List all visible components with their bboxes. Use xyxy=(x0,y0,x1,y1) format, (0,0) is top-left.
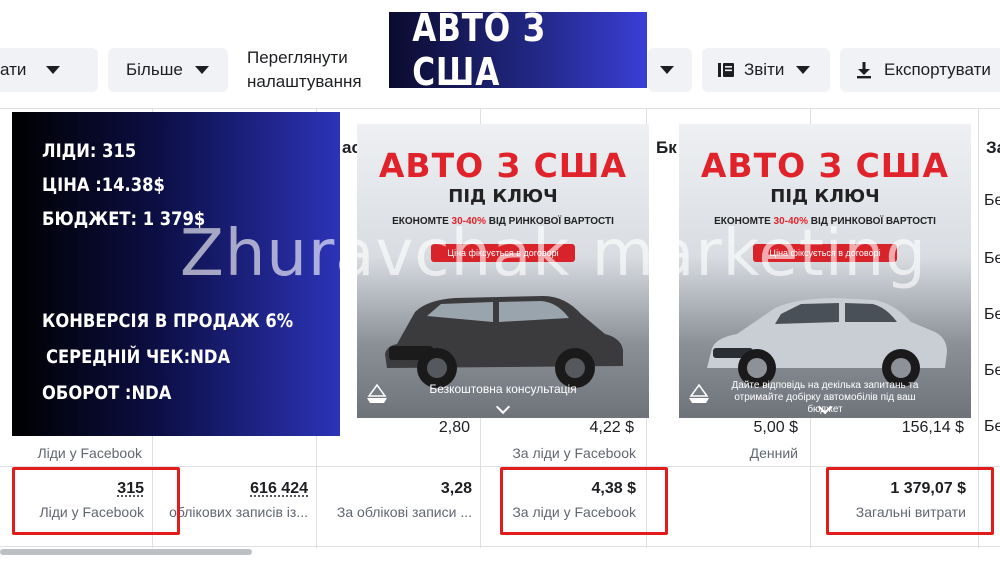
highlight-box-spent xyxy=(826,467,994,535)
row-divider xyxy=(0,108,1000,109)
row-leads-label: Ліди у Facebook xyxy=(37,445,142,461)
edit-button[interactable]: ати xyxy=(0,48,98,92)
reports-icon xyxy=(718,63,734,77)
cell-truncated: Бе xyxy=(984,418,1000,435)
suv-car-image xyxy=(385,296,623,388)
stat-turnover: ОБОРОТ :NDA xyxy=(42,382,172,404)
row-cost-per-lead-label: За ліди у Facebook xyxy=(512,445,636,461)
stat-price: ЦІНА :14.38$ xyxy=(42,174,165,196)
ad-title: АВТО З США xyxy=(700,146,950,185)
chevron-down-icon xyxy=(194,66,209,74)
view-settings-link[interactable]: Переглянути налаштування xyxy=(247,46,377,94)
title-banner: АВТО З США xyxy=(389,6,647,94)
ship-logo-icon xyxy=(367,383,387,403)
column-header-spent[interactable]: За xyxy=(986,138,1000,158)
chevron-down-icon xyxy=(660,66,674,74)
chevron-down-icon xyxy=(495,399,511,415)
row-cost-per-lead: 4,22 $ xyxy=(589,419,634,436)
total-cost-per-account: 3,28 xyxy=(440,480,472,497)
row-budget-label: Денний xyxy=(749,445,798,461)
column-header-budget[interactable]: Бк xyxy=(656,138,677,158)
sedan-car-image xyxy=(707,298,947,387)
cell-truncated: Бе xyxy=(984,192,1000,209)
total-cost-per-account-label: За облікові записи ... xyxy=(336,504,472,520)
cell-truncated: Бе xyxy=(984,362,1000,379)
stat-avg-check: СЕРЕДНІЙ ЧЕК:NDA xyxy=(46,346,231,368)
horizontal-scrollbar[interactable] xyxy=(0,549,252,555)
reports-button-label: Звіти xyxy=(744,60,785,79)
ad-caption: Безкоштовна консультація xyxy=(429,382,577,396)
row-divider xyxy=(0,546,1000,547)
dropdown-button[interactable] xyxy=(648,48,692,92)
total-accounts[interactable]: 616 424 xyxy=(160,480,308,498)
ad-title: АВТО З США xyxy=(378,146,628,185)
total-accounts-label: облікових записів із... xyxy=(169,504,308,520)
ad-subtitle: ПІД КЛЮЧ xyxy=(770,186,880,207)
row-frequency: 2,80 xyxy=(438,419,470,436)
chevron-down-icon xyxy=(796,66,811,74)
more-button-label: Більше xyxy=(126,60,183,79)
ship-logo-icon xyxy=(689,383,709,403)
highlight-box-leads xyxy=(12,467,180,535)
ad-subtitle: ПІД КЛЮЧ xyxy=(448,186,558,207)
banner-title: АВТО З США xyxy=(412,6,546,94)
row-amount-spent: 156,14 $ xyxy=(901,419,964,436)
chevron-down-icon xyxy=(46,66,61,74)
cell-truncated: Бе xyxy=(984,306,1000,323)
row-budget: 5,00 $ xyxy=(753,419,798,436)
reports-button[interactable]: Звіти xyxy=(702,48,830,92)
stat-leads: ЛІДИ: 315 xyxy=(42,140,137,162)
export-button-label: Експортувати xyxy=(884,60,991,79)
highlight-box-cpl xyxy=(500,467,668,535)
cell-truncated: Бе xyxy=(984,250,1000,267)
watermark-text: Zhuravchak marketing xyxy=(180,217,927,291)
more-button[interactable]: Більше xyxy=(108,48,228,92)
download-icon xyxy=(857,62,871,79)
edit-button-label: ати xyxy=(0,60,27,79)
stat-conversion: КОНВЕРСІЯ В ПРОДАЖ 6% xyxy=(42,310,294,332)
export-button[interactable]: Експортувати xyxy=(840,48,1000,92)
